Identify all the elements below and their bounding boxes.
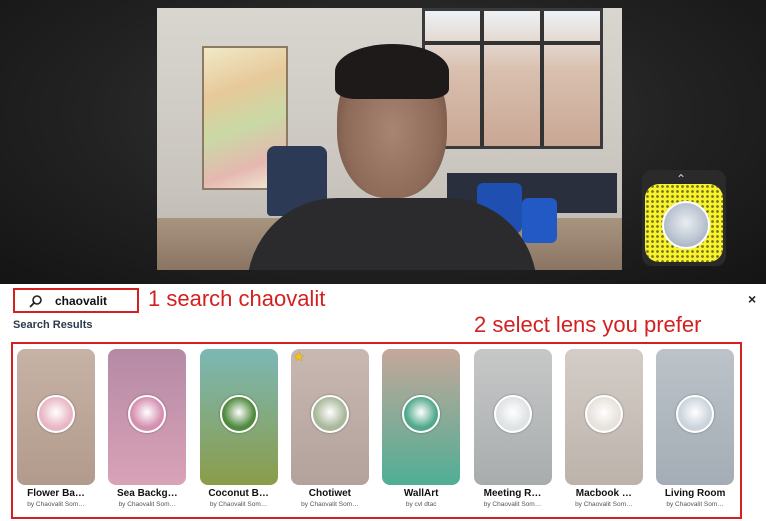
lens-card[interactable]: ★ Chotiwet by Chaovalit Som… [290,349,369,514]
search-results-heading: Search Results [13,319,93,331]
close-icon[interactable]: × [748,292,756,306]
lens-author: by Chaovalit Som… [27,501,85,508]
lens-name: Flower Ba… [27,488,85,499]
annotation-step-2: 2 select lens you prefer [474,312,702,337]
lens-thumbnail[interactable] [564,349,643,485]
lens-author: by Chaovalit Som… [209,501,268,508]
lens-icon [402,395,441,433]
lens-author: by Chaovalit Som… [301,501,359,508]
lens-icon [676,395,715,433]
lens-author: by Chaovalit Som… [666,501,724,508]
lens-name: Living Room [664,488,726,499]
blue-chair [522,198,557,243]
window-frame [540,11,544,146]
lens-thumbnail[interactable]: ★ [290,349,369,485]
lens-name: Meeting R… [483,488,542,499]
lens-author: by Chaovalit Som… [483,501,542,508]
lens-name: Coconut B… [208,488,269,499]
lens-author: by Chaovalit Som… [118,501,177,508]
lens-name: Macbook … [575,488,632,499]
snapcode-yellow-tile [645,184,723,262]
lens-author: by cvl dtac [405,501,437,508]
webcam-video [157,8,622,270]
lens-card[interactable]: Flower Ba… by Chaovalit Som… [17,349,95,514]
search-icon [29,294,42,307]
lens-icon [310,395,349,433]
lens-thumbnail[interactable] [108,349,187,485]
lens-avatar [662,201,710,249]
lens-snapcode[interactable]: ⌃ [642,170,726,266]
lens-card[interactable]: Meeting R… by Chaovalit Som… [473,349,552,514]
lens-card[interactable]: Living Room by Chaovalit Som… [656,349,735,514]
lens-icon [37,395,75,433]
annotation-step-1: 1 search chaovalit [148,286,326,311]
search-results-grid: Flower Ba… by Chaovalit Som… Sea Backg… by … [11,342,742,519]
lens-icon [584,395,623,433]
window-frame [425,41,600,45]
search-input[interactable] [55,293,135,308]
camera-preview-area: ⌃ [0,0,766,284]
window-frame [480,11,484,146]
lens-card[interactable]: Macbook … by Chaovalit Som… [564,349,643,514]
lens-thumbnail[interactable] [656,349,735,485]
lens-thumbnail[interactable] [382,349,461,485]
person-hair [335,44,449,99]
lens-card[interactable]: Sea Backg… by Chaovalit Som… [108,349,187,514]
lens-name: WallArt [403,488,439,499]
lens-icon [493,395,532,433]
lens-search-panel: 1 search chaovalit 2 select lens you pre… [0,284,766,521]
star-icon: ★ [292,349,305,364]
lens-name: Chotiwet [308,488,351,499]
lens-thumbnail[interactable] [17,349,95,485]
office-window [422,8,603,149]
lens-name: Sea Backg… [117,488,178,499]
lens-card[interactable]: Coconut B… by Chaovalit Som… [199,349,278,514]
lens-card[interactable]: WallArt by cvl dtac [382,349,461,514]
lens-thumbnail[interactable] [199,349,278,485]
lens-icon [128,395,167,433]
search-box[interactable] [13,288,139,313]
lens-thumbnail[interactable] [473,349,552,485]
lens-author: by Chaovalit Som… [575,501,633,508]
lens-icon [219,395,258,433]
